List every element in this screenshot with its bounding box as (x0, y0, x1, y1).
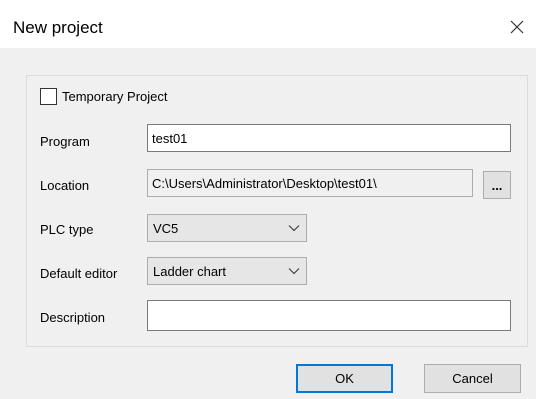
close-button[interactable] (504, 14, 530, 40)
cancel-button[interactable]: Cancel (424, 364, 521, 393)
close-icon (504, 14, 530, 40)
program-input[interactable] (147, 124, 511, 152)
plc-type-value: VC5 (153, 221, 179, 236)
default-editor-label: Default editor (40, 266, 118, 281)
ok-button[interactable]: OK (296, 364, 393, 393)
description-label: Description (40, 310, 106, 325)
title-bar: New project (0, 0, 536, 48)
temporary-project-label: Temporary Project (62, 88, 168, 104)
program-label: Program (40, 134, 90, 149)
location-input[interactable] (147, 169, 473, 197)
plc-type-select[interactable]: VC5 (147, 214, 307, 242)
description-input[interactable] (147, 300, 511, 331)
chevron-down-icon (288, 224, 300, 232)
checkbox-box[interactable] (40, 87, 57, 105)
default-editor-value: Ladder chart (153, 264, 226, 279)
cancel-button-label: Cancel (452, 371, 493, 386)
default-editor-select[interactable]: Ladder chart (147, 257, 307, 285)
chevron-down-icon (288, 267, 300, 275)
temporary-project-checkbox[interactable]: Temporary Project (40, 86, 167, 106)
browse-location-button[interactable]: ... (483, 171, 511, 199)
dialog-title: New project (13, 18, 103, 37)
new-project-dialog: New project Temporary Project Program Lo… (0, 0, 536, 399)
ok-button-label: OK (335, 371, 354, 386)
location-label: Location (40, 178, 90, 193)
plc-type-label: PLC type (40, 222, 94, 237)
browse-button-label: ... (491, 177, 503, 193)
